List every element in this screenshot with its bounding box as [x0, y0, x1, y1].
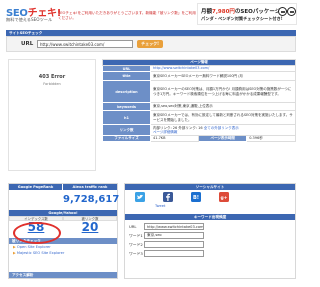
row-h1-value: 東京SEOメーカーでは、有効に設定して最新と判断されるSEO対策を実施いたします… [150, 110, 296, 125]
ad-banner[interactable]: 月額7,980円のSEOパッケージ パンダ・ペンギン対策チェックシート付き! [197, 3, 297, 25]
row-title-value: 東京SEOメーカーSEOメーカー無料ワード解説100円 /月 [150, 71, 296, 81]
social-keyword-panel: ソーシャルサイト B! g+ Tweet キーワード出現頻度 URL ワード1 … [124, 183, 296, 279]
url-check-form: URL チェック! [6, 36, 296, 52]
svg-text:g+: g+ [221, 195, 228, 201]
kw-word1-input[interactable] [144, 232, 204, 239]
penguin-icon [287, 7, 296, 16]
site-screenshot: 403 Error Forbidden [8, 59, 96, 171]
row-label: h1 [102, 110, 151, 125]
svg-text:B!: B! [193, 195, 199, 201]
backlink-count-value[interactable]: 20 [63, 220, 117, 234]
error-title: 403 Error [38, 74, 66, 80]
site-tagline: 無料で使えるSEOツール [6, 17, 53, 22]
banner-line2: パンダ・ペンギン対策チェックシート付き! [201, 16, 283, 21]
panda-icon [278, 7, 287, 16]
header-notice[interactable]: SEOチェキ!をご利用いただきありがとうございます。新機能「被リンク数」をご利用… [58, 11, 196, 21]
row-links-value: 内部リンク: 26 外部リンク: 16 全ての外部リンク表示 ページ詳細情報 [150, 124, 296, 136]
kw-url-row: URL [129, 223, 204, 230]
kw-word1-row: ワード1 [129, 232, 204, 239]
banner-line1: 月額7,980円のSEOパッケージ [201, 9, 281, 15]
row-filesize-value: 41.7KB [149, 135, 200, 142]
row-label: リンク数 [102, 124, 151, 136]
row-loadtime-value: 0.396秒 [246, 135, 296, 142]
error-subtitle: Forbidden [43, 82, 61, 86]
alexa-header: Alexa traffic rank [63, 184, 117, 190]
google-plus-icon[interactable]: g+ [219, 192, 229, 202]
check-button[interactable]: チェック! [137, 40, 163, 48]
bookmark-icon[interactable]: B! [191, 192, 201, 202]
tweet-link[interactable]: Tweet [155, 204, 165, 208]
keyword-density-header: キーワード出現頻度 [125, 214, 295, 220]
row-label: description [102, 80, 151, 103]
tool-link-majestic[interactable]: ▶ Majestic SEO Site Explorer [9, 250, 117, 256]
kw-word3-input[interactable] [144, 250, 204, 257]
highlight-circle [13, 222, 61, 244]
page-details-link[interactable]: ページ詳細情報 [153, 130, 177, 134]
url-input[interactable] [37, 40, 133, 48]
page-info-table: ページ情報 URL http://www.switchintake03.com/ … [102, 59, 296, 142]
row-label: keywords [102, 102, 151, 111]
row-label: ファイルサイズ [102, 135, 151, 142]
row-keywords-value: 東京,seo,seo対策,東京,通販,上位表示 [150, 102, 296, 111]
kw-word2-row: ワード2 [129, 241, 204, 248]
pagerank-header: Google PageRank [9, 184, 63, 190]
row-label: ページ表示時間 [198, 135, 248, 142]
url-label: URL [21, 41, 34, 47]
kw-word2-input[interactable] [144, 241, 204, 248]
row-label: title [102, 71, 151, 81]
outlinks-link[interactable]: 全ての外部リンク表示 [204, 126, 239, 130]
facebook-icon[interactable] [163, 192, 173, 202]
alexa-value: 9,728,617 [63, 193, 120, 205]
kw-word3-row: ワード3 [129, 250, 204, 257]
stats-panel: Google PageRank Alexa traffic rank 9,728… [8, 183, 120, 279]
social-header: ソーシャルサイト [125, 184, 295, 190]
twitter-icon[interactable] [135, 192, 145, 202]
kw-url-input[interactable] [144, 223, 204, 230]
row-description-value: 東京SEOメーカーのSEO対策は、月額1万円から! 月額費用はSEO対策の施策数… [150, 80, 296, 103]
access-analysis-header: アクセス解析 [9, 272, 117, 278]
